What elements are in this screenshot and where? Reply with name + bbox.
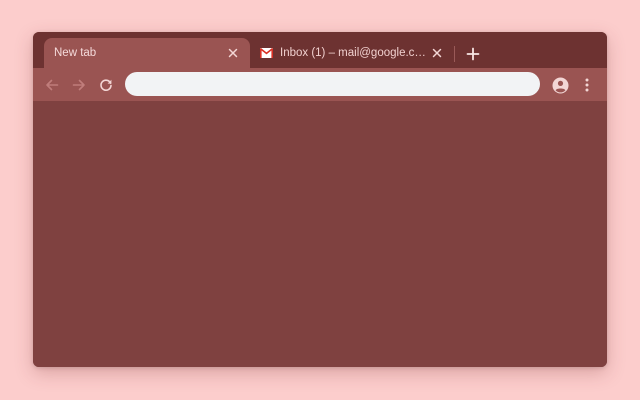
tab-inbox[interactable]: Inbox (1) – mail@google.com: [252, 38, 452, 68]
browser-window: New tab Inbox (1) – mail@google.com: [33, 32, 607, 367]
address-bar-input[interactable]: [125, 72, 540, 96]
profile-button[interactable]: [550, 75, 570, 95]
kebab-menu-icon: [585, 78, 589, 92]
tab-separator: [454, 46, 455, 62]
page-content: [33, 101, 607, 367]
arrow-right-icon: [72, 79, 85, 91]
menu-button[interactable]: [577, 75, 597, 95]
tab-title: Inbox (1) – mail@google.com: [280, 47, 430, 59]
back-button[interactable]: [42, 75, 62, 95]
tab-strip: New tab Inbox (1) – mail@google.com: [33, 32, 607, 68]
tab-new-tab[interactable]: New tab: [44, 38, 250, 68]
close-icon[interactable]: [226, 46, 240, 60]
account-circle-icon: [552, 77, 568, 93]
gmail-icon: [260, 48, 273, 58]
close-icon[interactable]: [430, 46, 444, 60]
forward-button[interactable]: [69, 75, 89, 95]
arrow-left-icon: [46, 79, 59, 91]
new-tab-button[interactable]: [463, 44, 483, 64]
reload-button[interactable]: [96, 75, 116, 95]
reload-icon: [100, 79, 112, 91]
tab-title: New tab: [54, 47, 97, 59]
plus-icon: [466, 47, 480, 61]
